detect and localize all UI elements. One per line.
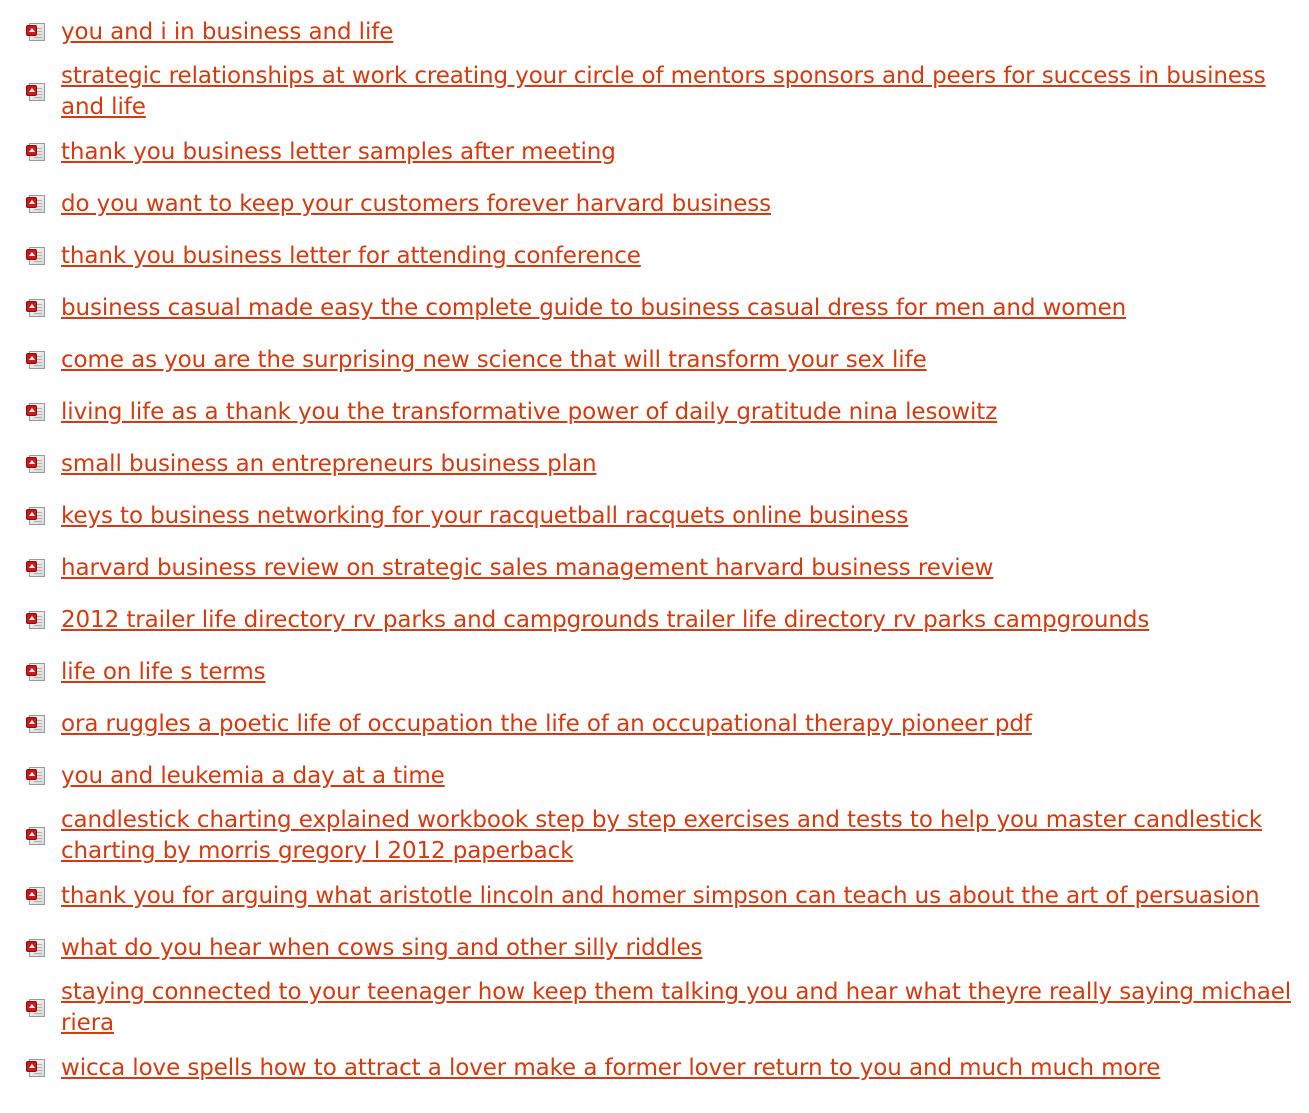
pdf-link[interactable]: strategic relationships at work creating… xyxy=(61,61,1301,123)
pdf-icon xyxy=(26,506,46,526)
pdf-link[interactable]: candlestick charting explained workbook … xyxy=(61,805,1301,867)
pdf-link[interactable]: come as you are the surprising new scien… xyxy=(61,345,927,376)
list-item: candlestick charting explained workbook … xyxy=(0,802,1309,870)
list-item: do you want to keep your customers forev… xyxy=(0,178,1309,230)
pdf-link[interactable]: what do you hear when cows sing and othe… xyxy=(61,933,702,964)
pdf-icon xyxy=(26,82,46,102)
list-item: thank you for arguing what aristotle lin… xyxy=(0,870,1309,922)
pdf-link[interactable]: staying connected to your teenager how k… xyxy=(61,977,1301,1039)
pdf-link-list: you and i in business and life strategic… xyxy=(0,0,1309,1094)
pdf-icon xyxy=(26,610,46,630)
list-item: life on life s terms xyxy=(0,646,1309,698)
pdf-icon xyxy=(26,1058,46,1078)
list-item: come as you are the surprising new scien… xyxy=(0,334,1309,386)
list-item: business casual made easy the complete g… xyxy=(0,282,1309,334)
list-item: strategic relationships at work creating… xyxy=(0,58,1309,126)
pdf-icon xyxy=(26,938,46,958)
list-item: staying connected to your teenager how k… xyxy=(0,974,1309,1042)
pdf-icon xyxy=(26,402,46,422)
pdf-icon xyxy=(26,298,46,318)
list-item: you and leukemia a day at a time xyxy=(0,750,1309,802)
pdf-link[interactable]: ora ruggles a poetic life of occupation … xyxy=(61,709,1032,740)
list-item: thank you business letter samples after … xyxy=(0,126,1309,178)
pdf-link[interactable]: do you want to keep your customers forev… xyxy=(61,189,771,220)
pdf-icon xyxy=(26,714,46,734)
pdf-icon xyxy=(26,662,46,682)
pdf-icon xyxy=(26,998,46,1018)
pdf-icon xyxy=(26,142,46,162)
pdf-link[interactable]: 2012 trailer life directory rv parks and… xyxy=(61,605,1149,636)
pdf-link[interactable]: thank you business letter for attending … xyxy=(61,241,641,272)
list-item: ora ruggles a poetic life of occupation … xyxy=(0,698,1309,750)
pdf-link[interactable]: living life as a thank you the transform… xyxy=(61,397,997,428)
pdf-link[interactable]: life on life s terms xyxy=(61,657,266,688)
pdf-link[interactable]: small business an entrepreneurs business… xyxy=(61,449,597,480)
pdf-icon xyxy=(26,886,46,906)
list-item: keys to business networking for your rac… xyxy=(0,490,1309,542)
list-item: thank you business letter for attending … xyxy=(0,230,1309,282)
pdf-icon xyxy=(26,558,46,578)
pdf-link[interactable]: harvard business review on strategic sal… xyxy=(61,553,993,584)
list-item: small business an entrepreneurs business… xyxy=(0,438,1309,490)
pdf-icon xyxy=(26,766,46,786)
list-item: 2012 trailer life directory rv parks and… xyxy=(0,594,1309,646)
pdf-icon xyxy=(26,826,46,846)
list-item: harvard business review on strategic sal… xyxy=(0,542,1309,594)
pdf-link[interactable]: thank you for arguing what aristotle lin… xyxy=(61,881,1260,912)
pdf-link[interactable]: you and i in business and life xyxy=(61,17,393,48)
list-item: you and i in business and life xyxy=(0,6,1309,58)
pdf-icon xyxy=(26,194,46,214)
list-item: wicca love spells how to attract a lover… xyxy=(0,1042,1309,1094)
pdf-icon xyxy=(26,350,46,370)
list-item: living life as a thank you the transform… xyxy=(0,386,1309,438)
pdf-link[interactable]: keys to business networking for your rac… xyxy=(61,501,908,532)
pdf-link[interactable]: wicca love spells how to attract a lover… xyxy=(61,1053,1160,1084)
list-item: what do you hear when cows sing and othe… xyxy=(0,922,1309,974)
pdf-link[interactable]: thank you business letter samples after … xyxy=(61,137,616,168)
pdf-link[interactable]: you and leukemia a day at a time xyxy=(61,761,445,792)
pdf-icon xyxy=(26,454,46,474)
pdf-icon xyxy=(26,246,46,266)
pdf-icon xyxy=(26,22,46,42)
pdf-link[interactable]: business casual made easy the complete g… xyxy=(61,293,1126,324)
